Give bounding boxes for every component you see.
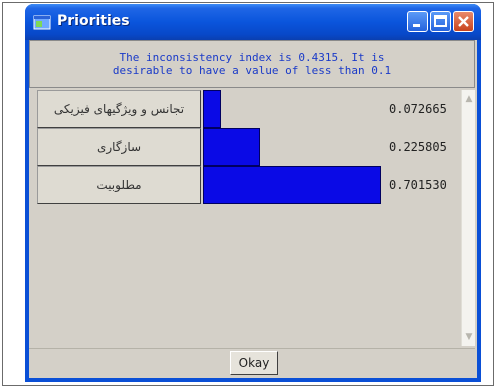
window-title: Priorities [57,13,130,29]
bar-track [203,166,381,204]
criterion-label[interactable]: تجانس و ویژگیهای فیزیکی [37,90,201,128]
priority-value: 0.072665 [389,102,447,116]
maximize-icon [434,15,447,27]
minimize-button[interactable] [407,11,428,32]
priorities-window: Priorities The inconsistency index is 0.… [25,4,481,382]
close-button[interactable] [453,11,474,32]
priority-row: مطلوبیت 0.701530 [29,166,459,204]
priority-row: سازگاری 0.225805 [29,128,459,166]
minimize-icon [413,24,420,27]
close-icon [458,16,469,27]
priority-value: 0.225805 [389,140,447,154]
priority-value: 0.701530 [389,178,447,192]
vertical-scrollbar[interactable]: ▲ ▼ [461,90,475,346]
bar-track [203,90,381,128]
criterion-label[interactable]: مطلوبیت [37,166,201,204]
button-bar: Okay [29,348,475,377]
title-bar[interactable]: Priorities [25,4,481,40]
scroll-up-arrow-icon[interactable]: ▲ [462,92,476,106]
priorities-list[interactable]: تجانس و ویژگیهای فیزیکی 0.072665 سازگاری… [29,90,459,346]
scroll-down-arrow-icon[interactable]: ▼ [462,330,476,344]
message-line-1: The inconsistency index is 0.4315. It is [119,51,385,64]
message-line-2: desirable to have a value of less than 0… [112,64,392,77]
bar-track [203,128,381,166]
okay-button[interactable]: Okay [230,351,278,375]
priority-bar [203,166,381,204]
inconsistency-message: The inconsistency index is 0.4315. It is… [29,40,475,88]
maximize-button[interactable] [430,11,451,32]
priority-bar [203,90,221,128]
priority-row: تجانس و ویژگیهای فیزیکی 0.072665 [29,90,459,128]
window-client-area: The inconsistency index is 0.4315. It is… [29,40,477,378]
app-window-icon [33,15,51,30]
priority-bar [203,128,260,166]
criterion-label[interactable]: سازگاری [37,128,201,166]
